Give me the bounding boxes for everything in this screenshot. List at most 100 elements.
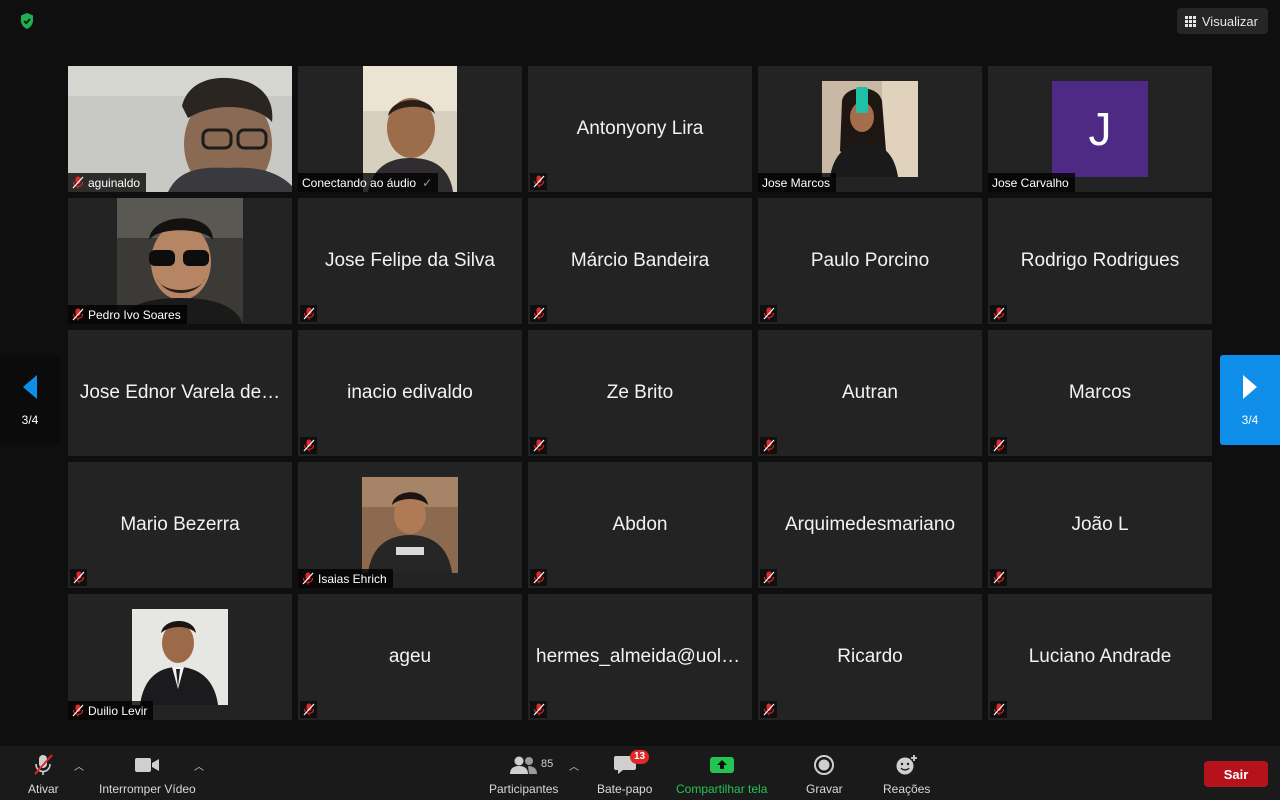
- participant-tile[interactable]: Mario Bezerra: [68, 462, 292, 588]
- previous-page-button[interactable]: 3/4: [0, 355, 60, 445]
- zoom-meeting-window: Visualizar aguinaldo Conectando ao áudio ✓…: [0, 0, 1280, 800]
- participant-name: Marcos: [1068, 382, 1132, 403]
- muted-mic-icon: [990, 701, 1007, 718]
- participant-tile[interactable]: Abdon: [528, 462, 752, 588]
- participant-name: ageu: [388, 646, 432, 667]
- participant-name: Duilio Levir: [88, 703, 148, 718]
- muted-mic-icon: [70, 569, 87, 586]
- arrow-right-icon: [1243, 375, 1257, 399]
- muted-mic-icon: [990, 305, 1007, 322]
- smiley-plus-icon: [895, 752, 919, 778]
- participant-video: [822, 81, 918, 177]
- participant-name: Ricardo: [837, 646, 903, 667]
- participant-tile[interactable]: Antonyony Lira: [528, 66, 752, 192]
- participants-icon: [509, 752, 539, 778]
- participant-video: [362, 477, 458, 573]
- participant-tile[interactable]: Marcos: [988, 330, 1212, 456]
- participant-tile[interactable]: Jose Marcos: [758, 66, 982, 192]
- video-options-chevron-icon[interactable]: ︿: [194, 758, 204, 773]
- participant-name: Rodrigo Rodrigues: [1020, 250, 1180, 271]
- muted-mic-icon: [760, 569, 777, 586]
- muted-mic-icon: [300, 437, 317, 454]
- participant-tile[interactable]: Ze Brito: [528, 330, 752, 456]
- participant-grid: aguinaldo Conectando ao áudio ✓ Antonyony L…: [68, 66, 1212, 720]
- muted-mic-icon: [760, 701, 777, 718]
- unmute-label: Ativar: [28, 782, 59, 796]
- participant-tile[interactable]: Luciano Andrade: [988, 594, 1212, 720]
- checkmark-icon: ✓: [422, 175, 433, 190]
- record-icon: [813, 752, 835, 778]
- participant-tile[interactable]: Isaias Ehrich: [298, 462, 522, 588]
- participant-tile[interactable]: Márcio Bandeira: [528, 198, 752, 324]
- participant-tile[interactable]: Conectando ao áudio ✓: [298, 66, 522, 192]
- muted-mic-icon: [760, 305, 777, 322]
- participant-name-tag: Duilio Levir: [68, 701, 154, 720]
- participants-label: Participantes: [489, 782, 559, 796]
- participant-tile[interactable]: Ricardo: [758, 594, 982, 720]
- participant-name: Márcio Bandeira: [570, 250, 710, 271]
- participant-name: Pedro Ivo Soares: [88, 307, 181, 322]
- participant-name: Luciano Andrade: [1028, 646, 1172, 667]
- participant-name-tag: Jose Marcos: [758, 173, 837, 192]
- muted-mic-icon: [32, 752, 54, 778]
- share-screen-button[interactable]: Compartilhar tela: [676, 752, 767, 796]
- participant-name: Isaias Ehrich: [318, 571, 387, 586]
- chat-label: Bate-papo: [597, 782, 653, 796]
- participant-tile[interactable]: João L: [988, 462, 1212, 588]
- arrow-left-icon: [23, 375, 37, 399]
- participant-name: Jose Marcos: [762, 175, 831, 190]
- share-screen-icon: [709, 752, 735, 778]
- participant-name: hermes_almeida@uol.…: [536, 646, 746, 667]
- reactions-label: Reações: [883, 782, 931, 796]
- security-shield-icon[interactable]: [14, 10, 40, 32]
- unmute-button[interactable]: Ativar: [28, 752, 59, 796]
- grid-view-icon: [1184, 15, 1196, 27]
- next-page-button[interactable]: 3/4: [1220, 355, 1280, 445]
- participant-tile[interactable]: Autran: [758, 330, 982, 456]
- muted-mic-icon: [530, 569, 547, 586]
- muted-mic-icon: [530, 173, 547, 190]
- participant-name-tag: Pedro Ivo Soares: [68, 305, 187, 324]
- record-button[interactable]: Gravar: [806, 752, 843, 796]
- share-screen-label: Compartilhar tela: [676, 782, 768, 796]
- page-indicator-left: 3/4: [21, 413, 39, 427]
- participant-tile[interactable]: J Jose Carvalho: [988, 66, 1212, 192]
- participant-tile[interactable]: Pedro Ivo Soares: [68, 198, 292, 324]
- participant-tile[interactable]: Duilio Levir: [68, 594, 292, 720]
- participant-tile[interactable]: Paulo Porcino: [758, 198, 982, 324]
- participant-tile[interactable]: Jose Ednor Varela de…: [68, 330, 292, 456]
- chat-unread-badge: 13: [630, 750, 650, 764]
- participant-tile[interactable]: Rodrigo Rodrigues: [988, 198, 1212, 324]
- participant-name-tag: Conectando ao áudio ✓: [298, 173, 439, 192]
- participant-name: Mario Bezerra: [120, 514, 240, 535]
- muted-mic-icon: [300, 701, 317, 718]
- participant-name: aguinaldo: [88, 175, 141, 190]
- participants-options-chevron-icon[interactable]: ︿: [569, 758, 579, 773]
- reactions-button[interactable]: Reações: [883, 752, 930, 796]
- muted-mic-icon: [990, 569, 1007, 586]
- participant-name: João L: [1071, 514, 1129, 535]
- muted-mic-icon: [530, 701, 547, 718]
- view-label: Visualizar: [1201, 13, 1258, 29]
- muted-mic-icon: [72, 176, 84, 189]
- audio-options-chevron-icon[interactable]: ︿: [74, 758, 84, 773]
- view-button[interactable]: Visualizar: [1176, 8, 1268, 34]
- participant-name: Jose Felipe da Silva: [324, 250, 496, 271]
- participant-tile[interactable]: Jose Felipe da Silva: [298, 198, 522, 324]
- stop-video-button[interactable]: Interromper Vídeo: [99, 752, 196, 796]
- participant-name: Antonyony Lira: [576, 118, 704, 139]
- avatar: J: [1052, 81, 1148, 177]
- muted-mic-icon: [760, 437, 777, 454]
- participant-name-tag: aguinaldo: [68, 173, 147, 192]
- leave-meeting-button[interactable]: Sair: [1204, 761, 1268, 787]
- muted-mic-icon: [530, 305, 547, 322]
- muted-mic-icon: [72, 308, 84, 321]
- participant-tile[interactable]: hermes_almeida@uol.…: [528, 594, 752, 720]
- muted-mic-icon: [990, 437, 1007, 454]
- participant-tile[interactable]: aguinaldo: [68, 66, 292, 192]
- participant-tile[interactable]: ageu: [298, 594, 522, 720]
- participant-name: Jose Ednor Varela de…: [79, 382, 281, 403]
- meeting-toolbar: Ativar ︿ Interromper Vídeo ︿ Participant…: [0, 746, 1280, 800]
- participant-tile[interactable]: inacio edivaldo: [298, 330, 522, 456]
- participant-tile[interactable]: Arquimedesmariano: [758, 462, 982, 588]
